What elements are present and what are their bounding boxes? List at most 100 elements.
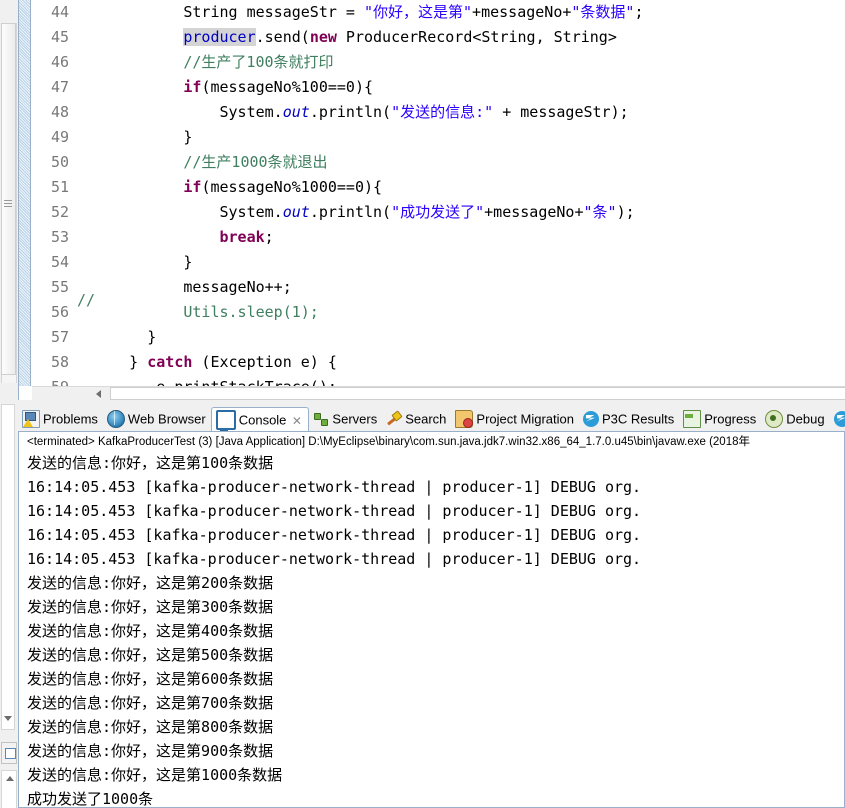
tab-label: Project Migration [476, 412, 574, 427]
line-number-gutter: 4445464748495051525354555657585960 [32, 0, 75, 386]
code-token: + messageStr); [493, 103, 628, 121]
code-token: if [183, 78, 201, 96]
console-line: 发送的信息:你好，这是第600条数据 [27, 667, 845, 691]
tab-label: Progress [704, 412, 756, 427]
code-token [75, 78, 183, 96]
code-token: +messageNo+ [484, 203, 583, 221]
tab-debug[interactable]: Debug [761, 407, 829, 431]
restore-view-button[interactable] [1, 742, 17, 764]
code-token: ); [617, 203, 635, 221]
tab-label: Web Browser [128, 412, 206, 427]
code-line[interactable]: } [75, 325, 845, 350]
code-token: "你好，这是第" [364, 3, 472, 21]
problems-icon [22, 410, 40, 428]
p3c-icon [583, 411, 599, 427]
console-line: 发送的信息:你好，这是第100条数据 [27, 451, 845, 475]
code-token: (Exception e) { [192, 353, 337, 371]
line-number: 44 [32, 0, 75, 25]
tab-problems[interactable]: Problems [18, 407, 103, 431]
view-tab-bar: ProblemsWeb BrowserConsole✕ServersSearch… [18, 407, 845, 432]
console-line: 发送的信息:你好，这是第900条数据 [27, 739, 845, 763]
code-token [75, 53, 183, 71]
workbench-left-scrollbar-strip [0, 0, 16, 400]
code-token: String messageStr = [75, 3, 364, 21]
close-icon[interactable]: ✕ [290, 409, 303, 432]
code-token: } [75, 128, 192, 146]
code-token: .println( [310, 103, 391, 121]
code-token: producer [183, 28, 255, 46]
tab-servers[interactable]: Servers [309, 407, 382, 431]
line-number: 47 [32, 75, 75, 100]
code-token: ; [634, 3, 643, 21]
tab-web-browser[interactable]: Web Browser [103, 407, 211, 431]
editor-frame: 4445464748495051525354555657585960 Strin… [18, 0, 845, 400]
tab-project-migration[interactable]: Project Migration [451, 407, 579, 431]
code-token: e.printStackTrace(); [75, 378, 337, 386]
line-number: 53 [32, 225, 75, 250]
line-number: 46 [32, 50, 75, 75]
code-line[interactable]: //生产了100条就打印 [75, 50, 845, 75]
tab-rule-de[interactable]: Rule De [830, 407, 845, 431]
servers-icon [313, 411, 329, 427]
scroll-up-arrow-icon[interactable] [6, 776, 14, 781]
tab-label: P3C Results [602, 412, 674, 427]
console-line: 成功发送了1000条 [27, 787, 845, 808]
code-text-area[interactable]: String messageStr = "你好，这是第" +messageNo+"… [75, 0, 845, 386]
console-output[interactable]: 发送的信息:你好，这是第100条数据16:14:05.453 [kafka-pr… [27, 451, 845, 808]
tab-label: Console [239, 413, 287, 428]
console-line: 16:14:05.453 [kafka-producer-network-thr… [27, 475, 845, 499]
scroll-left-arrow-icon[interactable] [96, 390, 101, 398]
console-line: 发送的信息:你好，这是第200条数据 [27, 571, 845, 595]
code-line[interactable]: } catch (Exception e) { [75, 350, 845, 375]
eclipse-workbench: 4445464748495051525354555657585960 Strin… [0, 0, 845, 808]
bottom-left-scrollbar-track[interactable] [1, 404, 15, 730]
console-view[interactable]: <terminated> KafkaProducerTest (3) [Java… [18, 432, 845, 808]
line-number: 51 [32, 175, 75, 200]
tab-console[interactable]: Console✕ [211, 407, 310, 432]
code-token: .println( [310, 203, 391, 221]
code-line[interactable]: producer.send(new ProducerRecord<String,… [75, 25, 845, 50]
code-line[interactable]: if(messageNo%100==0){ [75, 75, 845, 100]
console-line: 发送的信息:你好，这是第300条数据 [27, 595, 845, 619]
line-number: 57 [32, 325, 75, 350]
editor-horizontal-scrollbar[interactable] [32, 386, 845, 400]
code-line[interactable]: Utils.sleep(1); [75, 300, 845, 325]
bottom-left-lower-scrollbar[interactable] [1, 770, 17, 808]
code-token: out [283, 103, 310, 121]
code-token: Utils.sleep(1); [183, 303, 318, 321]
code-line[interactable]: if(messageNo%1000==0){ [75, 175, 845, 200]
tab-p3c-results[interactable]: P3C Results [579, 407, 679, 431]
migration-icon [455, 410, 473, 428]
tab-label: Search [405, 412, 446, 427]
editor-hscroll-thumb[interactable] [110, 387, 845, 400]
code-token: } [75, 253, 192, 271]
code-token: "条" [584, 203, 617, 221]
code-token: messageNo++; [75, 278, 292, 296]
code-line[interactable]: messageNo++; [75, 275, 845, 300]
tab-label: Problems [43, 412, 98, 427]
console-icon [216, 410, 236, 430]
left-scrollbar-thumb[interactable] [1, 23, 16, 375]
console-line: 发送的信息:你好，这是第1000条数据 [27, 763, 845, 787]
console-line: 发送的信息:你好，这是第800条数据 [27, 715, 845, 739]
code-line[interactable]: //生产1000条就退出 [75, 150, 845, 175]
code-token: (messageNo%1000==0){ [201, 178, 382, 196]
line-number: 49 [32, 125, 75, 150]
tab-progress[interactable]: Progress [679, 407, 761, 431]
tab-search[interactable]: Search [382, 407, 451, 431]
code-line[interactable]: e.printStackTrace(); [75, 375, 845, 386]
annotation-ruler[interactable] [19, 0, 31, 386]
code-token [75, 28, 183, 46]
web-icon [107, 410, 125, 428]
code-line[interactable]: break; [75, 225, 845, 250]
bottom-left-scroll-strip [0, 404, 16, 808]
code-token: out [283, 203, 310, 221]
code-line[interactable]: System.out.println("成功发送了"+messageNo+"条"… [75, 200, 845, 225]
code-token: ; [265, 228, 274, 246]
code-line[interactable]: } [75, 125, 845, 150]
code-line[interactable]: } [75, 250, 845, 275]
code-line[interactable]: System.out.println("发送的信息:" + messageStr… [75, 100, 845, 125]
code-line[interactable]: String messageStr = "你好，这是第"+messageNo+"… [75, 0, 845, 25]
code-token: ProducerRecord<String, String> [337, 28, 617, 46]
scroll-down-arrow-icon[interactable] [4, 716, 12, 721]
